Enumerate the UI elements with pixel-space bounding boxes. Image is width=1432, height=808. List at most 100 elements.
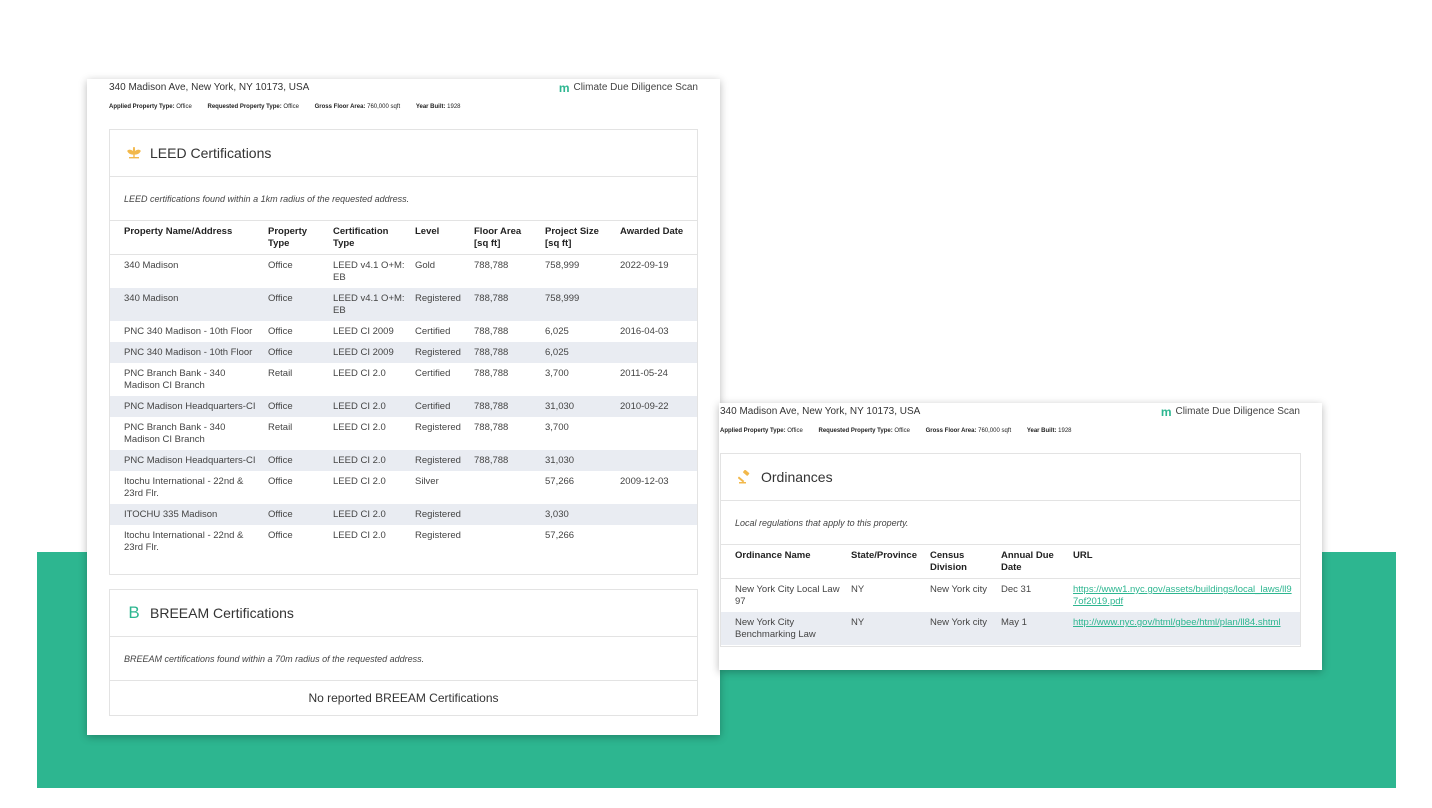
table-cell — [470, 471, 541, 504]
ordinances-title: Ordinances — [761, 469, 833, 485]
table-cell: 6,025 — [545, 326, 569, 337]
meta-label: Requested Property Type: — [207, 104, 282, 110]
table-cell: Registered — [411, 504, 470, 525]
column-header: Project Size [sq ft] — [541, 221, 616, 255]
brand: m Climate Due Diligence Scan — [558, 80, 698, 95]
table-cell: 758,999 — [545, 260, 580, 271]
table-cell: PNC 340 Madison - 10th Floor — [110, 342, 264, 363]
table-cell: Certified — [415, 326, 451, 337]
table-row: New York City Local Law 97 NY New York c… — [721, 579, 1300, 613]
table-row: PNC 340 Madison - 10th Floor Office LEED C… — [110, 342, 697, 363]
table-cell — [616, 525, 697, 558]
table-row: PNC Madison Headquarters-CI Office LEED CI… — [110, 396, 697, 417]
table-row: PNC 340 Madison - 10th Floor Office LEED C… — [110, 321, 697, 342]
meta-label: Requested Property Type: — [818, 428, 893, 434]
column-header: Level — [411, 221, 470, 255]
table-cell: Registered — [411, 450, 470, 471]
table-cell: PNC Madison Headquarters-CI — [110, 396, 264, 417]
property-address: 340 Madison Ave, New York, NY 10173, USA — [109, 82, 310, 93]
table-cell: New York City Local Law 97 — [735, 584, 840, 607]
leed-description: LEED certifications found within a 1km r… — [110, 177, 697, 221]
meta-item: Requested Property Type: Office — [207, 104, 298, 110]
table-cell: Office — [268, 476, 293, 487]
ordinances-card: Ordinances Local regulations that apply … — [720, 453, 1301, 647]
table-cell: Dec 31 — [1001, 584, 1032, 595]
table-cell: Office — [264, 288, 329, 321]
table-cell: LEED CI 2009 — [333, 326, 394, 337]
meta-value: 1928 — [447, 104, 461, 110]
brand-name: Climate Due Diligence Scan — [573, 82, 698, 93]
table-cell: 2022-09-19 — [620, 260, 669, 271]
breeam-card-title: B BREEAM Certifications — [110, 590, 697, 637]
table-cell: Office — [268, 326, 293, 337]
meta-value: Office — [283, 104, 299, 110]
table-row: 340 Madison Office LEED v4.1 O+M: EB Regist… — [110, 288, 697, 321]
column-header: Certification Type — [329, 221, 411, 255]
column-header: Property Type — [264, 221, 329, 255]
table-cell: PNC 340 Madison - 10th Floor — [124, 326, 253, 337]
meta-value: 760,000 sqft — [367, 104, 401, 110]
property-meta: Applied Property Type: Office Requested … — [109, 104, 475, 110]
table-cell: 788,788 — [474, 260, 509, 271]
ordinances-card-title: Ordinances — [721, 454, 1300, 501]
table-cell: http://www.nyc.gov/html/gbee/html/plan/l… — [1069, 612, 1300, 645]
table-cell: 2016-04-03 — [620, 326, 669, 337]
ordinance-url-link[interactable]: http://www.nyc.gov/html/gbee/html/plan/l… — [1073, 617, 1281, 628]
leed-table: Property Name/Address Property Type Cert… — [110, 221, 697, 558]
meta-value: 1928 — [1058, 428, 1072, 434]
table-row: 340 Madison Office LEED v4.1 O+M: EB Gold 78… — [110, 255, 697, 289]
meta-value: 760,000 sqft — [978, 428, 1012, 434]
table-cell: NY — [847, 612, 926, 645]
table-cell: 788,788 — [474, 422, 509, 433]
table-cell — [616, 288, 697, 321]
table-cell: 3,700 — [545, 368, 569, 379]
breeam-description: BREEAM certifications found within a 70m… — [110, 637, 697, 681]
table-cell: Registered — [415, 530, 461, 541]
table-row: PNC Branch Bank - 340 Madison CI Branch R… — [110, 363, 697, 396]
table-cell: LEED CI 2.0 — [333, 530, 386, 541]
table-header-row: Property Name/Address Property Type Cert… — [110, 221, 697, 255]
m-logo-icon: m — [558, 80, 570, 95]
table-cell: May 1 — [997, 612, 1069, 645]
table-cell: Office — [268, 530, 293, 541]
table-cell: LEED CI 2.0 — [333, 368, 386, 379]
ordinance-url-link[interactable]: https://www1.nyc.gov/assets/buildings/lo… — [1073, 584, 1292, 607]
table-cell: LEED CI 2.0 — [333, 422, 386, 433]
table-cell: New York city — [930, 584, 988, 595]
table-cell: 57,266 — [545, 476, 575, 487]
table-cell — [616, 417, 697, 450]
table-cell: 788,788 — [470, 288, 541, 321]
table-cell: 788,788 — [470, 396, 541, 417]
table-cell: LEED v4.1 O+M: EB — [329, 288, 411, 321]
table-cell — [470, 525, 541, 558]
table-cell: 2009-12-03 — [620, 476, 669, 487]
table-row: ITOCHU 335 Madison Office LEED CI 2.0 Regis… — [110, 504, 697, 525]
ordinances-description: Local regulations that apply to this pro… — [721, 501, 1300, 545]
column-header: Ordinance Name — [721, 545, 847, 579]
table-cell: 3,700 — [545, 422, 569, 433]
table-row: New York City Benchmarking Law NY New Yo… — [721, 612, 1300, 645]
table-cell — [470, 504, 541, 525]
table-row: Itochu International - 22nd & 23rd Flr. O… — [110, 525, 697, 558]
report-header: 340 Madison Ave, New York, NY 10173, USA… — [109, 82, 698, 96]
table-header-row: Ordinance Name State/Province Census Div… — [721, 545, 1300, 579]
ordinances-table: Ordinance Name State/Province Census Div… — [721, 545, 1300, 645]
table-row: Itochu International - 22nd & 23rd Flr. O… — [110, 471, 697, 504]
table-cell: PNC Branch Bank - 340 Madison CI Branch — [124, 368, 226, 391]
meta-label: Applied Property Type: — [109, 104, 175, 110]
brand-name: Climate Due Diligence Scan — [1175, 406, 1300, 417]
table-cell: 340 Madison — [124, 260, 179, 271]
breeam-card: B BREEAM Certifications BREEAM certifica… — [109, 589, 698, 716]
column-header: Census Division — [926, 545, 997, 579]
breeam-empty-message: No reported BREEAM Certifications — [308, 691, 499, 705]
table-cell: New York city — [926, 612, 997, 645]
table-cell: Registered — [415, 422, 461, 433]
property-address: 340 Madison Ave, New York, NY 10173, USA — [720, 406, 921, 417]
breeam-b-icon: B — [128, 603, 140, 622]
table-cell: LEED v4.1 O+M: EB — [333, 260, 405, 283]
table-cell: New York City Benchmarking Law — [721, 612, 847, 645]
table-cell — [616, 504, 697, 525]
table-cell: Retail — [268, 422, 293, 433]
table-cell: Office — [264, 450, 329, 471]
table-cell: 57,266 — [545, 530, 575, 541]
